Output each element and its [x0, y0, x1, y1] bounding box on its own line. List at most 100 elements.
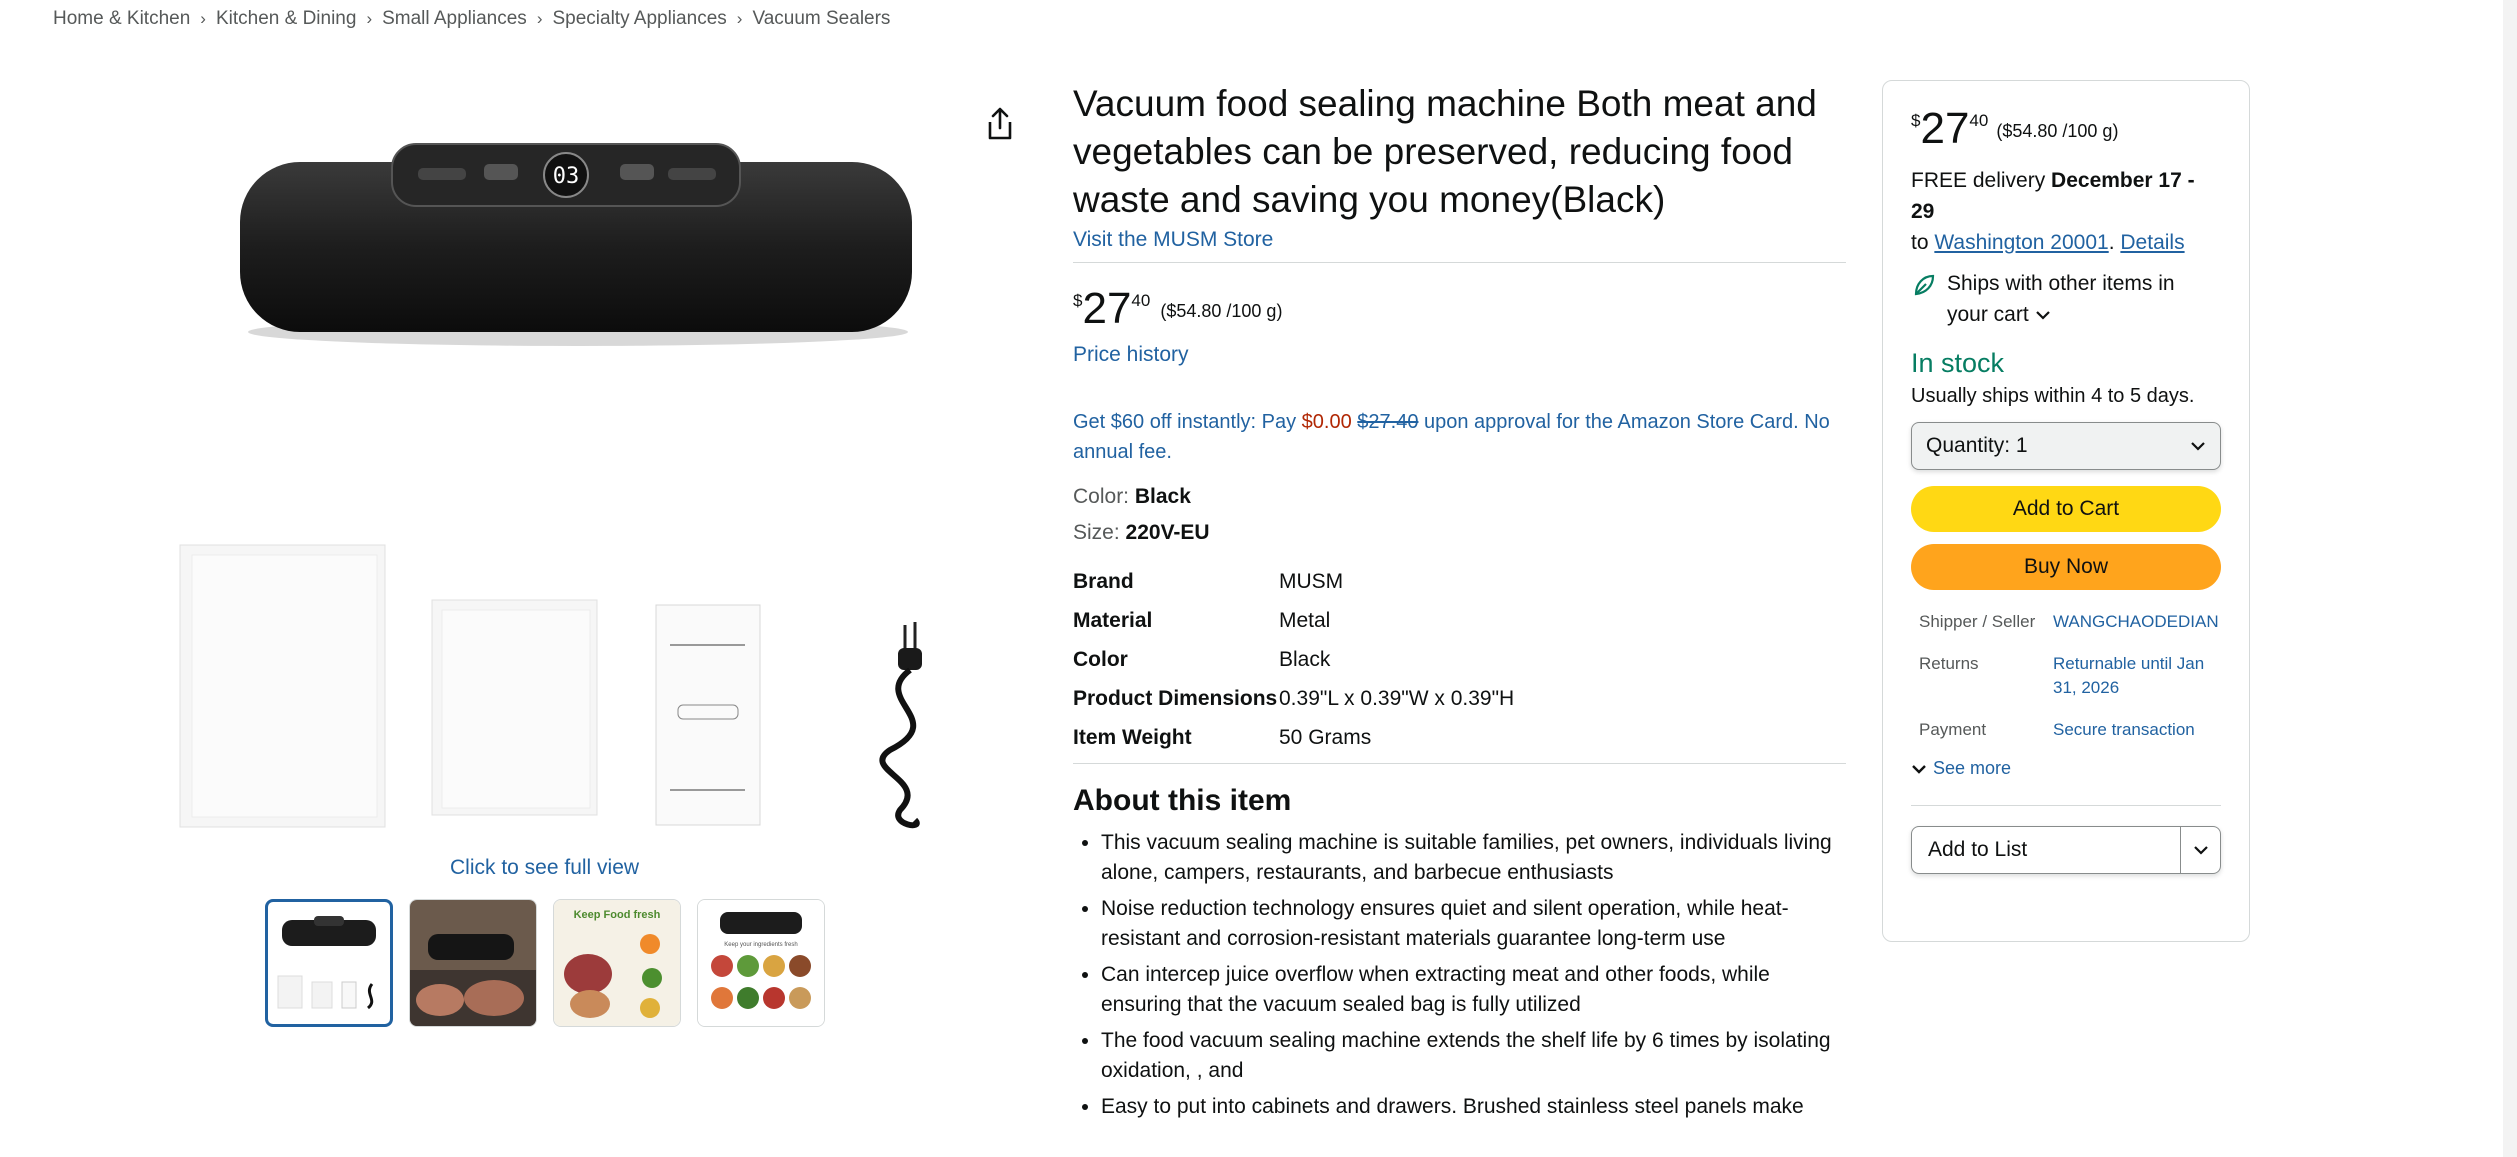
breadcrumb-specialty-appliances[interactable]: Specialty Appliances	[552, 8, 726, 30]
size-variation: Size: 220V-EU	[1073, 521, 1846, 545]
info-key: Shipper / Seller	[1919, 612, 2036, 631]
size-value: 220V-EU	[1125, 521, 1210, 544]
payment-link[interactable]: Secure transaction	[2053, 718, 2221, 742]
spec-value: MUSM	[1279, 570, 1344, 593]
unit-price: ($54.80 /100 g)	[1996, 121, 2119, 141]
leaf-icon	[1914, 274, 1935, 296]
returns-link[interactable]: Returnable until Jan 31, 2026	[2053, 652, 2221, 700]
click-to-see-full-view-link[interactable]: Click to see full view	[450, 856, 639, 880]
share-icon[interactable]	[984, 106, 1016, 142]
seller-link[interactable]: WANGCHAODEDIAN	[2053, 610, 2221, 634]
quantity-value: 1	[2015, 434, 2028, 457]
ships-with-other-items[interactable]: Ships with other items in your cart	[1911, 268, 2221, 330]
scrollbar[interactable]	[2503, 0, 2517, 1157]
thumbnail-2[interactable]	[409, 899, 537, 1027]
color-label: Color:	[1073, 485, 1135, 508]
spec-value: 0.39"L x 0.39"W x 0.39"H	[1279, 687, 1515, 710]
list-item: Can intercep juice overflow when extract…	[1101, 960, 1846, 1020]
spec-row: Item Weight 50 Grams	[1073, 723, 1846, 753]
product-accessory-images	[170, 540, 970, 840]
add-to-list-dropdown[interactable]	[2180, 827, 2220, 873]
quantity-select[interactable]: Quantity: 1	[1911, 422, 2221, 470]
visit-store-link[interactable]: Visit the MUSM Store	[1073, 228, 1846, 252]
spec-row: Material Metal	[1073, 606, 1846, 636]
store-card-offer[interactable]: Get $60 off instantly: Pay $0.00 $27.40 …	[1073, 407, 1846, 467]
color-variation: Color: Black	[1073, 485, 1846, 509]
buy-box: $ 27 40 ($54.80 /100 g) FREE delivery De…	[1882, 80, 2250, 942]
spec-key: Material	[1073, 609, 1153, 632]
divider	[1073, 262, 1846, 263]
delivery-to: to	[1911, 231, 1935, 254]
breadcrumb-separator: ›	[536, 9, 543, 28]
info-row: Returns Returnable until Jan 31, 2026	[1911, 652, 2221, 700]
divider	[1911, 805, 2221, 806]
spec-table: Brand MUSM Material Metal Color Black Pr…	[1073, 567, 1846, 753]
breadcrumb-small-appliances[interactable]: Small Appliances	[382, 8, 527, 30]
spec-value: Black	[1279, 648, 1331, 671]
spec-row: Product Dimensions 0.39"L x 0.39"W x 0.3…	[1073, 684, 1846, 714]
see-more-label: See more	[1933, 758, 2012, 778]
breadcrumb-separator: ›	[200, 9, 206, 28]
spec-key: Color	[1073, 648, 1128, 671]
list-item: Easy to put into cabinets and drawers. B…	[1101, 1092, 1846, 1122]
main-product-image[interactable]: 03	[228, 132, 928, 362]
breadcrumb-vacuum-sealers[interactable]: Vacuum Sealers	[752, 8, 890, 30]
about-heading: About this item	[1073, 784, 1292, 817]
size-label: Size:	[1073, 521, 1126, 544]
spec-row: Color Black	[1073, 645, 1846, 675]
offer-prefix: Get $60 off instantly: Pay	[1073, 411, 1302, 433]
price-symbol: $	[1073, 291, 1083, 310]
price-whole: 27	[1920, 104, 1970, 153]
delivery-separator: .	[2108, 231, 2121, 254]
ships-with-label: Ships with other items in your cart	[1947, 272, 2175, 326]
add-to-cart-button[interactable]: Add to Cart	[1911, 486, 2221, 532]
chevron-down-icon	[2035, 311, 2050, 320]
add-to-list-button[interactable]: Add to List	[1911, 826, 2221, 874]
display-readout: 03	[553, 164, 580, 189]
chevron-down-icon	[1912, 764, 1926, 774]
product-title: Vacuum food sealing machine Both meat an…	[1073, 83, 1817, 220]
delivery-details-link[interactable]: Details	[2120, 231, 2184, 254]
spec-value: 50 Grams	[1279, 726, 1372, 749]
thumbnail-3[interactable]: Keep Food fresh	[553, 899, 681, 1027]
quantity-text: Quantity: 1	[1926, 434, 2028, 458]
seller-info: Shipper / Seller WANGCHAODEDIAN Returns …	[1911, 610, 2221, 742]
price-history-link[interactable]: Price history	[1073, 343, 1846, 367]
breadcrumb-kitchen-dining[interactable]: Kitchen & Dining	[216, 8, 356, 30]
unit-price: ($54.80 /100 g)	[1160, 301, 1283, 321]
price-fraction: 40	[1131, 291, 1151, 310]
breadcrumb-separator: ›	[366, 9, 373, 28]
price-symbol: $	[1911, 111, 1921, 130]
thumbnail-4[interactable]: Keep your ingredients fresh	[697, 899, 825, 1027]
delivery-prefix: FREE delivery	[1911, 169, 2052, 192]
delivery-info: FREE delivery December 17 - 29 to Washin…	[1911, 165, 2221, 258]
spec-key: Brand	[1073, 570, 1134, 593]
buy-now-button[interactable]: Buy Now	[1911, 544, 2221, 590]
offer-pay-amount: $0.00	[1301, 411, 1352, 433]
chevron-down-icon	[2193, 846, 2208, 855]
delivery-location-link[interactable]: Washington 20001	[1934, 231, 2108, 254]
color-value: Black	[1134, 485, 1191, 508]
thumbnail-3-caption: Keep Food fresh	[574, 909, 661, 921]
breadcrumb-separator: ›	[736, 9, 743, 28]
thumbnail-1[interactable]	[265, 899, 393, 1027]
about-bullets: This vacuum sealing machine is suitable …	[1073, 828, 1846, 1122]
spec-key: Product Dimensions	[1073, 687, 1278, 710]
see-more-toggle[interactable]: See more	[1911, 758, 2221, 779]
ships-with-text: Ships with other items in your cart	[1947, 268, 2221, 330]
stock-status: In stock	[1911, 348, 2005, 378]
price-whole: 27	[1082, 284, 1132, 333]
product-details: Vacuum food sealing machine Both meat an…	[1073, 80, 1846, 1128]
quantity-label: Quantity:	[1926, 434, 2011, 457]
spec-key: Item Weight	[1073, 726, 1192, 749]
spec-row: Brand MUSM	[1073, 567, 1846, 597]
add-to-list-label: Add to List	[1928, 838, 2028, 861]
divider	[1073, 763, 1846, 764]
ships-within: Usually ships within 4 to 5 days.	[1911, 385, 2195, 407]
info-row: Shipper / Seller WANGCHAODEDIAN	[1911, 610, 2221, 634]
breadcrumb: Home & Kitchen › Kitchen & Dining › Smal…	[53, 8, 890, 30]
thumbnail-strip: Keep Food fresh Keep your ingredients fr…	[265, 899, 825, 1027]
breadcrumb-home-kitchen[interactable]: Home & Kitchen	[53, 8, 190, 30]
price-block: $ 27 40 ($54.80 /100 g)	[1073, 287, 1846, 331]
offer-old-price: $27.40	[1357, 411, 1419, 433]
